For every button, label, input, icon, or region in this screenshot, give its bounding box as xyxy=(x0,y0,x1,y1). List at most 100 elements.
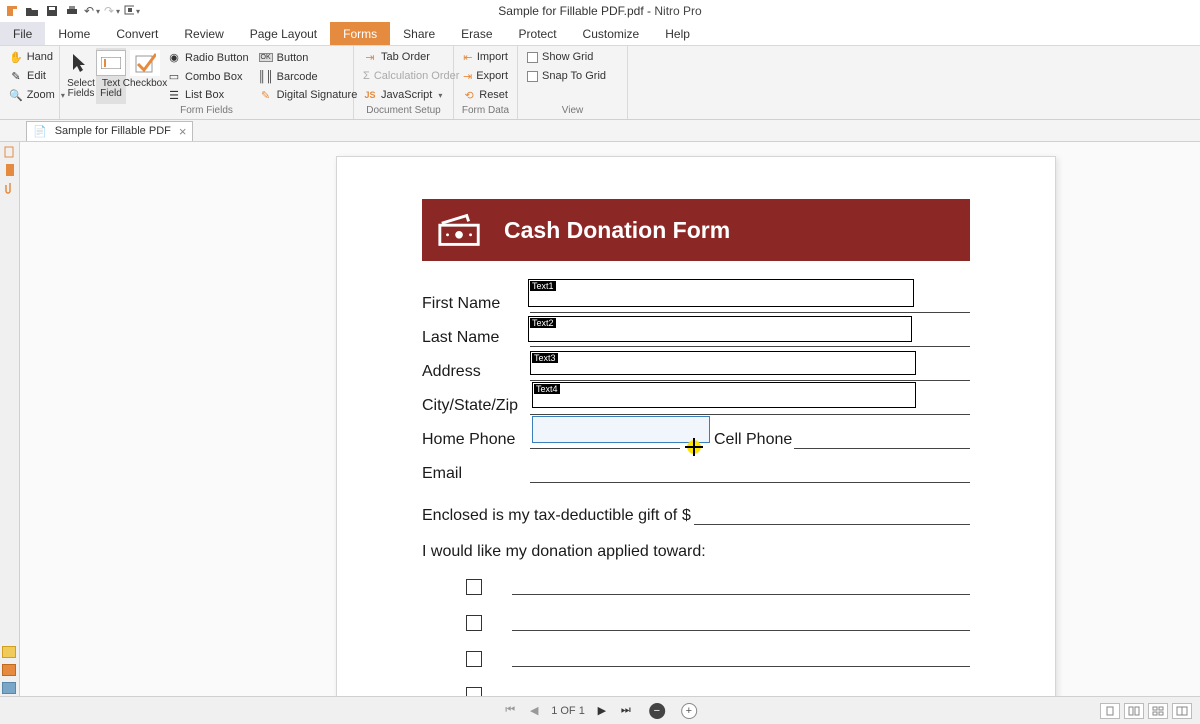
grid-view-icon[interactable] xyxy=(1148,703,1168,719)
menu-home[interactable]: Home xyxy=(45,22,103,45)
zoom-icon: 🔍 xyxy=(9,88,23,102)
field-tag: Text2 xyxy=(530,318,556,328)
import-button[interactable]: ⇤Import xyxy=(460,48,511,66)
undo-icon[interactable]: ↶▾ xyxy=(84,3,100,19)
menu-review[interactable]: Review xyxy=(171,22,236,45)
open-icon[interactable] xyxy=(24,3,40,19)
app-icon[interactable] xyxy=(4,3,20,19)
checkbox-icon xyxy=(527,52,538,63)
status-bar: ⏮ ◀ 1 OF 1 ▶ ⏭ − + xyxy=(0,696,1200,724)
import-icon: ⇤ xyxy=(463,50,473,64)
form-data-group-label: Form Data xyxy=(454,105,517,119)
menu-page-layout[interactable]: Page Layout xyxy=(237,22,330,45)
menu-file[interactable]: File xyxy=(0,22,45,45)
form-fields-group-label: Form Fields xyxy=(60,105,353,119)
export-button[interactable]: ⇥Export xyxy=(460,67,511,85)
checkbox[interactable] xyxy=(466,579,482,595)
tool-hand[interactable]: ✋Hand xyxy=(6,48,53,66)
single-page-view-icon[interactable] xyxy=(1100,703,1120,719)
document-tab[interactable]: 📄 Sample for Fillable PDF × xyxy=(26,121,193,141)
window-title: Sample for Fillable PDF.pdf - Nitro Pro xyxy=(498,4,701,18)
last-name-label: Last Name xyxy=(422,329,530,347)
text-field-1[interactable]: Text1 xyxy=(528,279,914,307)
work-area: Cash Donation Form First Name Text1 Last… xyxy=(0,142,1200,696)
donation-options xyxy=(422,561,970,696)
document-tab-bar: 📄 Sample for Fillable PDF × xyxy=(0,120,1200,142)
menu-help[interactable]: Help xyxy=(652,22,703,45)
continuous-view-icon[interactable] xyxy=(1124,703,1144,719)
text-field-2[interactable]: Text2 xyxy=(528,316,912,342)
info-rail-icon[interactable] xyxy=(2,682,16,694)
comment-rail-icon[interactable] xyxy=(2,646,16,658)
cursor-highlight xyxy=(687,440,701,454)
bookmarks-panel-icon[interactable] xyxy=(4,164,16,176)
menu-customize[interactable]: Customize xyxy=(570,22,653,45)
form-title: Cash Donation Form xyxy=(504,217,730,244)
view-group-label: View xyxy=(518,105,627,119)
form-body: First Name Text1 Last Name Text2 Address… xyxy=(422,279,970,696)
pdf-icon: 📄 xyxy=(33,125,47,138)
tab-order-button[interactable]: ⇥Tab Order xyxy=(360,48,447,66)
text-field-3[interactable]: Text3 xyxy=(530,351,916,375)
ribbon: ✋Hand ✎Edit 🔍Zoom▾ Select Fields Text Fi… xyxy=(0,46,1200,120)
radio-button[interactable]: ◉Radio Button xyxy=(164,49,252,67)
zoom-out-icon[interactable]: − xyxy=(649,703,665,719)
show-grid-toggle[interactable]: Show Grid xyxy=(524,48,621,66)
print-icon[interactable] xyxy=(64,3,80,19)
close-tab-icon[interactable]: × xyxy=(179,125,187,138)
document-canvas[interactable]: Cash Donation Form First Name Text1 Last… xyxy=(20,142,1200,696)
email-label: Email xyxy=(422,465,530,483)
menu-bar: File Home Convert Review Page Layout For… xyxy=(0,22,1200,46)
qat-more-icon[interactable]: ▾ xyxy=(124,3,140,19)
checkbox-button[interactable]: Checkbox xyxy=(126,48,164,104)
list-box-button[interactable]: ☰List Box xyxy=(164,86,252,104)
page-navigator: ⏮ ◀ 1 OF 1 ▶ ⏭ − + xyxy=(503,703,697,719)
text-field-4[interactable]: Text4 xyxy=(532,382,916,408)
menu-forms[interactable]: Forms xyxy=(330,22,390,45)
menu-convert[interactable]: Convert xyxy=(103,22,171,45)
save-icon[interactable] xyxy=(44,3,60,19)
checkbox[interactable] xyxy=(466,687,482,696)
checkbox[interactable] xyxy=(466,651,482,667)
checkbox[interactable] xyxy=(466,615,482,631)
reset-button[interactable]: ⟲Reset xyxy=(460,86,511,104)
attachments-panel-icon[interactable] xyxy=(4,182,16,194)
digital-signature-button[interactable]: ✎Digital Signature xyxy=(256,86,361,104)
signature-icon: ✎ xyxy=(259,88,273,102)
button-button[interactable]: OKButton xyxy=(256,49,361,67)
security-rail-icon[interactable] xyxy=(2,664,16,676)
redo-icon[interactable]: ↷▾ xyxy=(104,3,120,19)
doc-setup-group-label: Document Setup xyxy=(354,105,453,119)
field-tag: Text4 xyxy=(534,384,560,394)
home-phone-label: Home Phone xyxy=(422,431,530,449)
barcode-button[interactable]: ║║Barcode xyxy=(256,68,361,86)
first-page-icon[interactable]: ⏮ xyxy=(503,704,517,718)
field-tag: Text3 xyxy=(532,353,558,363)
select-fields-button[interactable]: Select Fields xyxy=(66,48,96,104)
combo-box-button[interactable]: ▭Combo Box xyxy=(164,68,252,86)
menu-share[interactable]: Share xyxy=(390,22,448,45)
text-field-button[interactable]: Text Field xyxy=(96,48,126,104)
last-page-icon[interactable]: ⏭ xyxy=(619,704,633,718)
next-page-icon[interactable]: ▶ xyxy=(595,704,609,718)
text-field-editing[interactable] xyxy=(532,416,710,443)
javascript-button[interactable]: JSJavaScript▾ xyxy=(360,86,447,104)
tool-zoom[interactable]: 🔍Zoom▾ xyxy=(6,86,53,104)
apply-toward-label: I would like my donation applied toward: xyxy=(422,543,706,561)
menu-protect[interactable]: Protect xyxy=(506,22,570,45)
taborder-icon: ⇥ xyxy=(363,50,377,64)
amount-line xyxy=(694,501,970,525)
reset-icon: ⟲ xyxy=(463,88,475,102)
email-line xyxy=(530,459,970,483)
tool-edit[interactable]: ✎Edit xyxy=(6,67,53,85)
prev-page-icon[interactable]: ◀ xyxy=(527,704,541,718)
zoom-in-icon[interactable]: + xyxy=(681,703,697,719)
menu-erase[interactable]: Erase xyxy=(448,22,505,45)
snap-grid-toggle[interactable]: Snap To Grid xyxy=(524,67,621,85)
enclosed-label: Enclosed is my tax-deductible gift of xyxy=(422,507,682,525)
address-label: Address xyxy=(422,363,530,381)
calc-order-button: ΣCalculation Order xyxy=(360,67,447,85)
facing-view-icon[interactable] xyxy=(1172,703,1192,719)
checkbox-icon xyxy=(527,71,538,82)
pages-panel-icon[interactable] xyxy=(4,146,16,158)
